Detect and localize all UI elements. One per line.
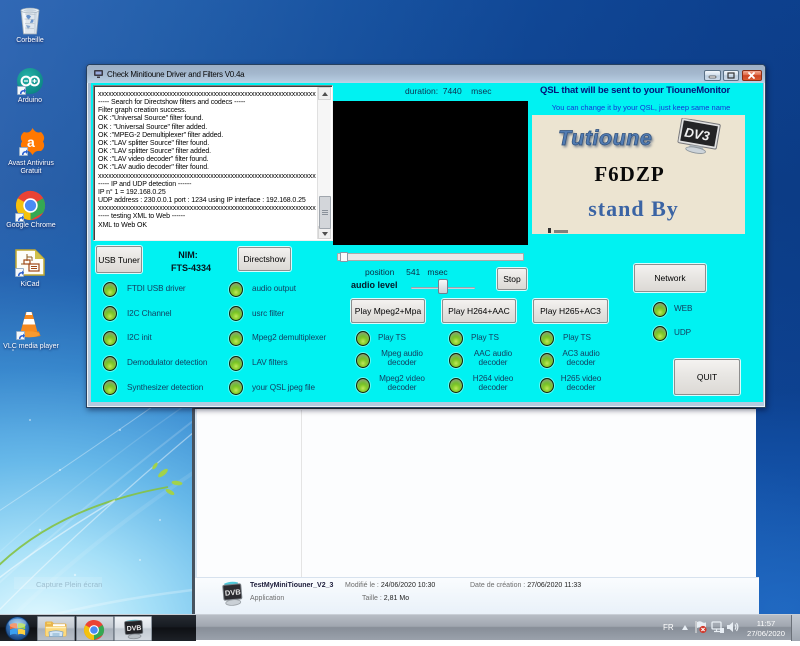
svg-text:DVB: DVB	[127, 625, 142, 633]
svg-text:Capture Plein écran: Capture Plein écran	[36, 580, 102, 589]
svg-text:DVB: DVB	[225, 587, 242, 597]
